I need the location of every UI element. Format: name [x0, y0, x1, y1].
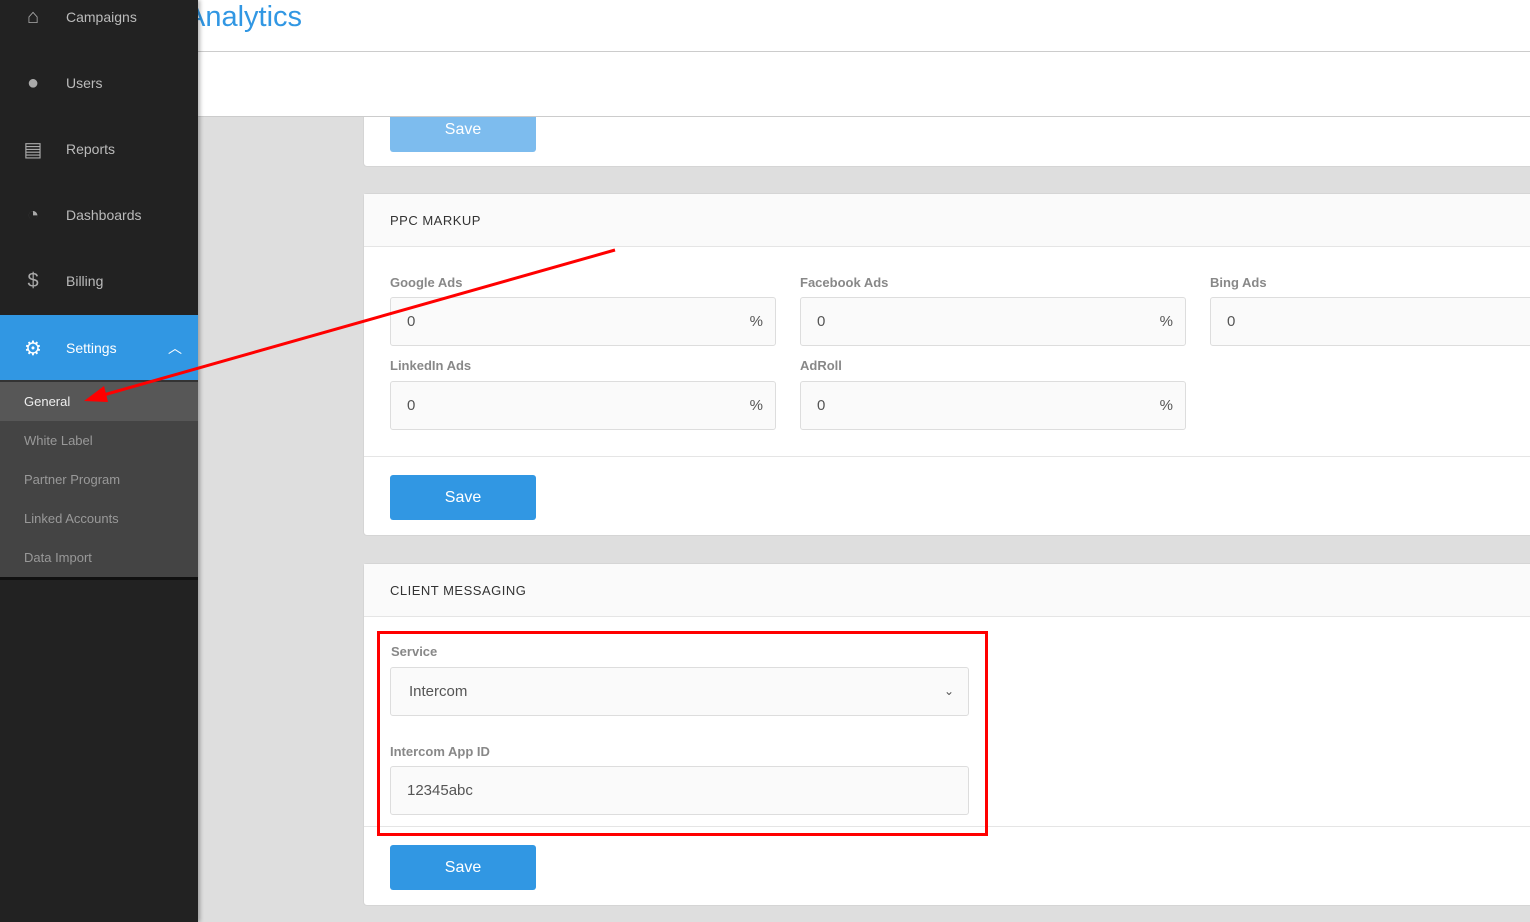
sidebar-item-billing[interactable]: $ Billing	[0, 248, 198, 314]
settings-submenu: General White Label Partner Program Link…	[0, 380, 198, 580]
service-select[interactable]: Intercom ⌄	[390, 667, 969, 716]
field-label: Intercom App ID	[390, 744, 490, 759]
nav-label: Reports	[66, 141, 116, 157]
intercom-app-id-input[interactable]: 12345abc	[390, 766, 969, 815]
dashboard-icon: ◔	[26, 203, 40, 226]
chevron-up-icon: ︿	[168, 340, 182, 356]
nav-label: Billing	[66, 273, 104, 289]
submenu-general[interactable]: General	[0, 382, 198, 421]
field-label: Google Ads	[390, 275, 463, 290]
app-title: Analytics	[186, 1, 303, 33]
gear-icon: ⚙	[24, 337, 42, 360]
input-value: 0	[817, 397, 826, 414]
field-label: AdRoll	[800, 358, 842, 373]
ppc-markup-card: PPC MARKUP Google Ads 0% Facebook Ads 0%…	[363, 193, 1530, 536]
divider	[364, 826, 1530, 827]
percent-addon: %	[1159, 397, 1173, 414]
facebook-ads-input[interactable]: 0%	[800, 297, 1186, 346]
sidebar-item-settings[interactable]: ⚙ Settings ︿	[0, 315, 198, 381]
card-title: CLIENT MESSAGING	[364, 564, 1530, 617]
google-ads-input[interactable]: 0%	[390, 297, 776, 346]
save-button[interactable]: Save	[390, 475, 536, 520]
input-value: 0	[1227, 313, 1236, 330]
nav-label: Dashboards	[66, 207, 142, 223]
report-icon: ▤	[23, 138, 43, 161]
sidebar-item-reports[interactable]: ▤ Reports	[0, 116, 198, 182]
card-title: PPC MARKUP	[364, 194, 1530, 247]
field-label: Facebook Ads	[800, 275, 889, 290]
nav-label: Campaigns	[66, 9, 137, 25]
field-label: LinkedIn Ads	[390, 358, 472, 373]
user-icon: ●	[26, 71, 40, 94]
submenu-partner-program[interactable]: Partner Program	[0, 460, 198, 499]
nav-label: Users	[66, 75, 103, 91]
nav-label: Settings	[66, 340, 117, 356]
input-value: 0	[407, 397, 416, 414]
sidebar-item-users[interactable]: ● Users	[0, 50, 198, 116]
field-label: Service	[391, 644, 438, 659]
submenu-white-label[interactable]: White Label	[0, 421, 198, 460]
input-value: 0	[817, 313, 826, 330]
adroll-input[interactable]: 0%	[800, 381, 1186, 430]
linkedin-ads-input[interactable]: 0%	[390, 381, 776, 430]
divider	[364, 456, 1530, 457]
header: Analytics	[186, 0, 1530, 117]
save-button[interactable]: Save	[390, 845, 536, 890]
client-messaging-card: CLIENT MESSAGING Service Intercom ⌄ Inter…	[363, 563, 1530, 906]
select-value: Intercom	[409, 683, 468, 700]
input-value: 12345abc	[407, 782, 473, 799]
divider	[198, 116, 1530, 117]
divider	[198, 51, 1530, 52]
percent-addon: %	[749, 397, 763, 414]
home-icon: ⌂	[26, 5, 40, 28]
percent-addon: %	[1159, 313, 1173, 330]
dollar-icon: $	[27, 269, 39, 292]
percent-addon: %	[749, 313, 763, 330]
submenu-data-import[interactable]: Data Import	[0, 538, 198, 577]
sidebar-item-dashboards[interactable]: ◔ Dashboards	[0, 182, 198, 248]
chevron-down-icon: ⌄	[943, 684, 954, 698]
submenu-linked-accounts[interactable]: Linked Accounts	[0, 499, 198, 538]
sidebar: ⌂ Campaigns ● Users ▤ Reports ◔ Dashboards $…	[0, 0, 198, 922]
sidebar-item-campaigns[interactable]: ⌂ Campaigns	[0, 0, 198, 50]
bing-ads-input[interactable]: 0	[1210, 297, 1530, 346]
field-label: Bing Ads	[1210, 275, 1267, 290]
input-value: 0	[407, 313, 416, 330]
